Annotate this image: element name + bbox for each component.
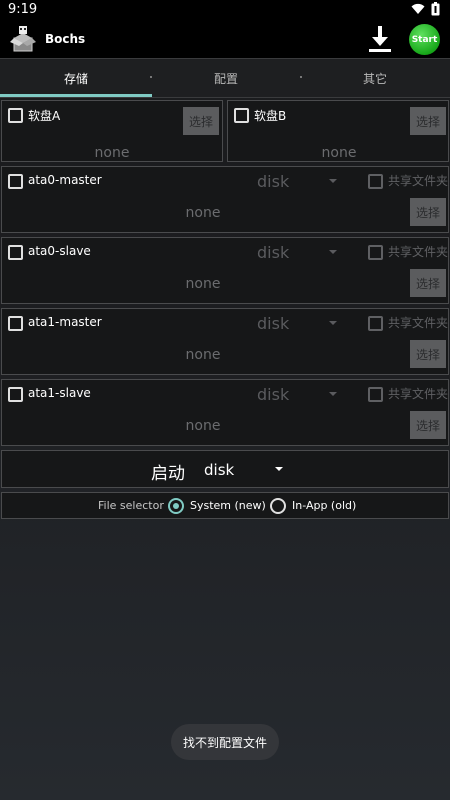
ata0-slave-panel: ata0-slave disk 共享文件夹 none 选择 bbox=[1, 237, 449, 304]
dropdown-arrow-icon bbox=[329, 392, 337, 396]
file-selector-label: File selector bbox=[98, 499, 164, 512]
ata1-slave-select-button[interactable]: 选择 bbox=[410, 411, 446, 439]
tab-other-label: 其它 bbox=[362, 71, 387, 86]
dropdown-arrow-icon bbox=[329, 250, 337, 254]
ata1-slave-panel: ata1-slave disk 共享文件夹 none 选择 bbox=[1, 379, 449, 446]
dropdown-arrow-icon bbox=[329, 321, 337, 325]
ata1-slave-checkbox[interactable] bbox=[8, 387, 23, 402]
radio-in-app-old-label: In-App (old) bbox=[292, 499, 357, 512]
ata0-slave-label: ata0-slave bbox=[28, 244, 91, 258]
ata1-slave-type-select[interactable]: disk bbox=[257, 385, 289, 404]
ata0-slave-checkbox[interactable] bbox=[8, 245, 23, 260]
radio-system-new-label: System (new) bbox=[190, 499, 266, 512]
ata1-slave-share-label: 共享文件夹 bbox=[388, 387, 449, 401]
ata1-master-share-checkbox[interactable] bbox=[368, 316, 383, 331]
ata0-master-type-select[interactable]: disk bbox=[257, 172, 289, 191]
radio-system-new[interactable] bbox=[168, 498, 184, 514]
ata0-master-value: none bbox=[185, 205, 221, 221]
floppy-a-label: 软盘A bbox=[28, 109, 61, 123]
ata0-master-share-label: 共享文件夹 bbox=[388, 174, 449, 188]
dropdown-arrow-icon bbox=[275, 467, 283, 471]
ata0-master-label: ata0-master bbox=[28, 173, 102, 187]
ata0-slave-type-select[interactable]: disk bbox=[257, 243, 289, 262]
radio-in-app-old[interactable] bbox=[270, 498, 286, 514]
download-icon[interactable] bbox=[366, 24, 394, 54]
app-title: Bochs bbox=[45, 32, 86, 46]
tab-config[interactable]: 配置 bbox=[152, 59, 300, 97]
action-bar: Bochs Start bbox=[0, 20, 450, 58]
ata1-master-select-label: 选择 bbox=[415, 347, 440, 362]
status-bar: 9:19 bbox=[0, 0, 450, 20]
ata0-slave-share-label: 共享文件夹 bbox=[388, 245, 449, 259]
ata1-slave-value: none bbox=[185, 418, 221, 434]
floppy-b-panel: 软盘B 选择 none bbox=[227, 100, 449, 162]
ata0-master-select-button[interactable]: 选择 bbox=[410, 198, 446, 226]
boot-panel: 启动 disk bbox=[1, 450, 449, 488]
ata1-master-panel: ata1-master disk 共享文件夹 none 选择 bbox=[1, 308, 449, 375]
ata1-master-select-button[interactable]: 选择 bbox=[410, 340, 446, 368]
ata0-slave-select-label: 选择 bbox=[415, 276, 440, 291]
toast-text: 找不到配置文件 bbox=[182, 735, 267, 750]
tab-bar: 存储 配置 其它 bbox=[0, 58, 450, 98]
ata0-master-share-checkbox[interactable] bbox=[368, 174, 383, 189]
tab-storage-label: 存储 bbox=[63, 71, 88, 86]
ata1-master-type-select[interactable]: disk bbox=[257, 314, 289, 333]
status-icons bbox=[411, 2, 440, 16]
start-button-label: Start bbox=[411, 34, 438, 45]
ata1-slave-select-label: 选择 bbox=[415, 418, 440, 433]
start-button[interactable]: Start bbox=[409, 24, 440, 55]
boot-label: 启动 bbox=[151, 464, 185, 484]
floppy-b-label: 软盘B bbox=[254, 109, 287, 123]
radio-selected-dot bbox=[173, 503, 179, 509]
ata0-master-select-label: 选择 bbox=[415, 205, 440, 220]
ata1-master-checkbox[interactable] bbox=[8, 316, 23, 331]
boot-device-select[interactable]: disk bbox=[204, 461, 234, 479]
floppy-b-value: none bbox=[321, 145, 357, 161]
status-time: 9:19 bbox=[8, 2, 38, 17]
file-selector-panel: File selector System (new) In-App (old) bbox=[1, 492, 449, 519]
ata0-master-checkbox[interactable] bbox=[8, 174, 23, 189]
floppy-b-checkbox[interactable] bbox=[234, 108, 249, 123]
dropdown-arrow-icon bbox=[329, 179, 337, 183]
floppy-a-panel: 软盘A 选择 none bbox=[1, 100, 223, 162]
ata1-master-label: ata1-master bbox=[28, 315, 102, 329]
wifi-icon bbox=[411, 3, 425, 15]
tab-config-label: 配置 bbox=[213, 71, 238, 86]
ata0-slave-value: none bbox=[185, 276, 221, 292]
ata1-master-value: none bbox=[185, 347, 221, 363]
floppy-b-select-button[interactable]: 选择 bbox=[410, 107, 446, 135]
toast: 找不到配置文件 bbox=[171, 724, 279, 760]
floppy-a-select-button[interactable]: 选择 bbox=[183, 107, 219, 135]
ata1-master-share-label: 共享文件夹 bbox=[388, 316, 449, 330]
tab-other[interactable]: 其它 bbox=[300, 59, 450, 97]
floppy-a-checkbox[interactable] bbox=[8, 108, 23, 123]
ata1-slave-share-checkbox[interactable] bbox=[368, 387, 383, 402]
ata1-slave-label: ata1-slave bbox=[28, 386, 91, 400]
ata0-master-panel: ata0-master disk 共享文件夹 none 选择 bbox=[1, 166, 449, 233]
tab-indicator bbox=[0, 94, 152, 97]
battery-icon bbox=[431, 2, 440, 16]
ata0-slave-share-checkbox[interactable] bbox=[368, 245, 383, 260]
floppy-a-select-label: 选择 bbox=[188, 114, 213, 129]
floppy-b-select-label: 选择 bbox=[415, 114, 440, 129]
ata0-slave-select-button[interactable]: 选择 bbox=[410, 269, 446, 297]
bochs-logo-icon bbox=[10, 26, 36, 52]
tab-storage[interactable]: 存储 bbox=[0, 59, 152, 97]
floppy-a-value: none bbox=[94, 145, 130, 161]
